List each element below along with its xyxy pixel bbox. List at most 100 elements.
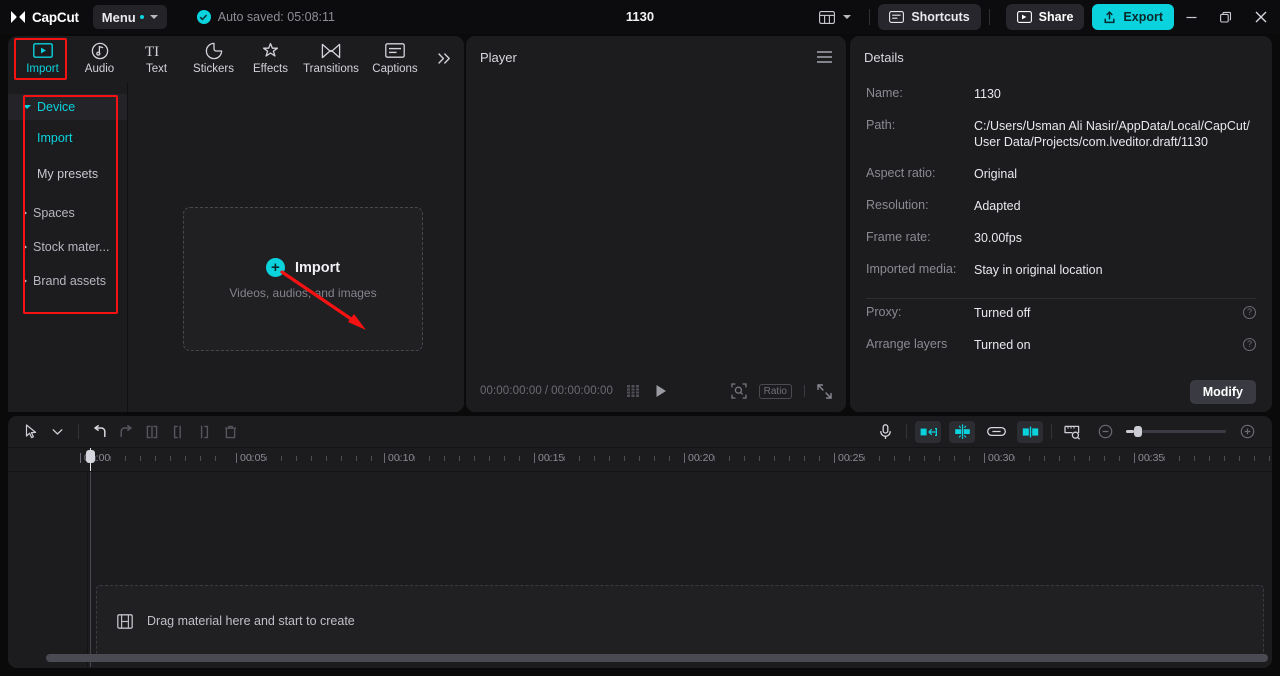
details-key: Frame rate: xyxy=(866,228,974,244)
details-row-arrange-layers[interactable]: Arrange layers Turned on ? xyxy=(866,335,1256,367)
play-icon[interactable] xyxy=(655,384,667,398)
delete-button[interactable] xyxy=(217,420,243,444)
ruler-minor-tick xyxy=(1209,456,1210,461)
playhead-handle[interactable] xyxy=(86,450,95,463)
import-drop-area[interactable]: + Import Videos, audios, and images xyxy=(128,82,464,412)
trim-left-button[interactable] xyxy=(165,420,191,444)
tab-transitions-label: Transitions xyxy=(303,63,359,75)
transitions-bowtie-icon xyxy=(321,41,341,60)
mirror-button[interactable] xyxy=(1017,421,1043,443)
ratio-button[interactable]: Ratio xyxy=(759,384,792,399)
timeline-zoom-slider[interactable] xyxy=(1126,430,1226,433)
hamburger-icon[interactable] xyxy=(817,51,832,63)
ruler-minor-tick xyxy=(1014,456,1015,461)
divider xyxy=(906,424,907,439)
tab-captions[interactable]: Captions xyxy=(363,36,427,80)
details-key: Imported media: xyxy=(866,260,974,276)
import-dropbox[interactable]: + Import Videos, audios, and images xyxy=(183,207,423,351)
export-button[interactable]: Export xyxy=(1092,4,1174,30)
tab-audio[interactable]: Audio xyxy=(71,36,128,80)
sidebar-group-stock-materials-label: Stock mater... xyxy=(33,240,109,254)
undo-button[interactable] xyxy=(87,420,113,444)
ruler-minor-tick xyxy=(311,456,312,461)
ruler-minor-tick xyxy=(939,456,940,461)
zoom-in-icon[interactable] xyxy=(1234,420,1260,444)
sidebar-item-import[interactable]: Import xyxy=(8,120,127,156)
question-circle-icon[interactable]: ? xyxy=(1243,306,1256,319)
import-button[interactable]: + Import xyxy=(266,258,340,277)
player-canvas[interactable] xyxy=(466,78,846,370)
tool-tabs: Import Audio TI Text xyxy=(8,36,464,82)
details-key: Arrange layers xyxy=(866,335,974,351)
ruler-minor-tick xyxy=(519,456,520,461)
sidebar-group-brand-assets[interactable]: Brand assets xyxy=(8,268,127,294)
auto-cut-button[interactable] xyxy=(915,421,941,443)
ruler-minor-tick xyxy=(1164,456,1165,461)
share-button[interactable]: Share xyxy=(1006,4,1085,30)
total-time: 00:00:00:00 xyxy=(551,385,613,397)
svg-text:TI: TI xyxy=(145,44,159,59)
keyframe-button[interactable] xyxy=(949,421,975,443)
layout-switch-button[interactable] xyxy=(813,8,857,27)
minimize-button[interactable] xyxy=(1174,0,1208,34)
timeline-panel: 00:0000:0500:1000:1500:2000:2500:3000:35… xyxy=(8,416,1272,668)
ruler-minor-tick xyxy=(215,456,216,461)
ruler-minor-tick xyxy=(804,456,805,461)
sidebar-group-spaces[interactable]: Spaces xyxy=(8,200,127,226)
timeline-tracks[interactable]: Drag material here and start to create xyxy=(8,472,1272,667)
player-title: Player xyxy=(480,50,517,65)
ruler-minor-tick xyxy=(296,456,297,461)
close-button[interactable] xyxy=(1242,0,1280,34)
player-transport xyxy=(627,384,667,398)
ruler-tick-label: 00:30 xyxy=(988,452,1014,464)
trim-right-button[interactable] xyxy=(191,420,217,444)
select-cursor-icon[interactable] xyxy=(18,420,44,444)
tab-transitions[interactable]: Transitions xyxy=(299,36,363,80)
redo-button[interactable] xyxy=(113,420,139,444)
frames-icon[interactable] xyxy=(627,385,642,397)
check-circle-icon xyxy=(197,10,211,24)
details-value: Stay in original location xyxy=(974,260,1103,278)
timeline-drop-target[interactable]: Drag material here and start to create xyxy=(96,585,1264,657)
details-value: Original xyxy=(974,164,1017,182)
menu-label: Menu xyxy=(102,10,136,25)
triangle-right-icon xyxy=(23,210,27,216)
fit-to-window-button[interactable] xyxy=(1060,420,1086,444)
link-clips-button[interactable] xyxy=(983,420,1009,444)
chevron-double-right-icon[interactable] xyxy=(429,36,459,80)
zoom-slider-handle[interactable] xyxy=(1134,426,1142,437)
captions-box-icon xyxy=(385,41,405,60)
fullscreen-icon[interactable] xyxy=(817,384,832,399)
tab-import[interactable]: Import xyxy=(14,36,71,80)
tab-stickers[interactable]: Stickers xyxy=(185,36,242,80)
shortcuts-button[interactable]: Shortcuts xyxy=(878,4,980,30)
autosave-status: Auto saved: 05:08:11 xyxy=(197,10,335,24)
maximize-button[interactable] xyxy=(1208,0,1242,34)
magnifier-frame-icon[interactable] xyxy=(731,383,747,399)
ruler-minor-tick xyxy=(356,456,357,461)
chevron-down-icon[interactable] xyxy=(44,420,70,444)
menu-button[interactable]: Menu xyxy=(93,5,167,29)
ruler-minor-tick xyxy=(759,456,760,461)
sidebar-group-device[interactable]: Device xyxy=(8,94,127,120)
modify-button[interactable]: Modify xyxy=(1190,380,1256,404)
tab-text[interactable]: TI Text xyxy=(128,36,185,80)
record-voiceover-button[interactable] xyxy=(872,420,898,444)
timeline-ruler[interactable]: 00:0000:0500:1000:1500:2000:2500:3000:35 xyxy=(8,448,1272,472)
question-circle-icon[interactable]: ? xyxy=(1243,338,1256,351)
details-row-proxy[interactable]: Proxy: Turned off ? xyxy=(866,303,1256,335)
ruler-minor-tick xyxy=(95,456,96,461)
timeline-drop-hint: Drag material here and start to create xyxy=(147,614,355,628)
timeline-horizontal-scrollbar[interactable] xyxy=(46,654,1268,662)
sidebar-group-stock-materials[interactable]: Stock mater... xyxy=(8,234,127,260)
details-value: 1130 xyxy=(974,84,1001,102)
sidebar-item-my-presets[interactable]: My presets xyxy=(8,156,127,192)
ruler-minor-tick xyxy=(909,456,910,461)
divider xyxy=(1051,424,1052,439)
split-button[interactable] xyxy=(139,420,165,444)
ruler-minor-tick xyxy=(609,456,610,461)
zoom-out-icon[interactable] xyxy=(1092,420,1118,444)
playhead[interactable] xyxy=(90,448,91,471)
tab-effects[interactable]: Effects xyxy=(242,36,299,80)
details-value: Turned off xyxy=(974,303,1030,321)
